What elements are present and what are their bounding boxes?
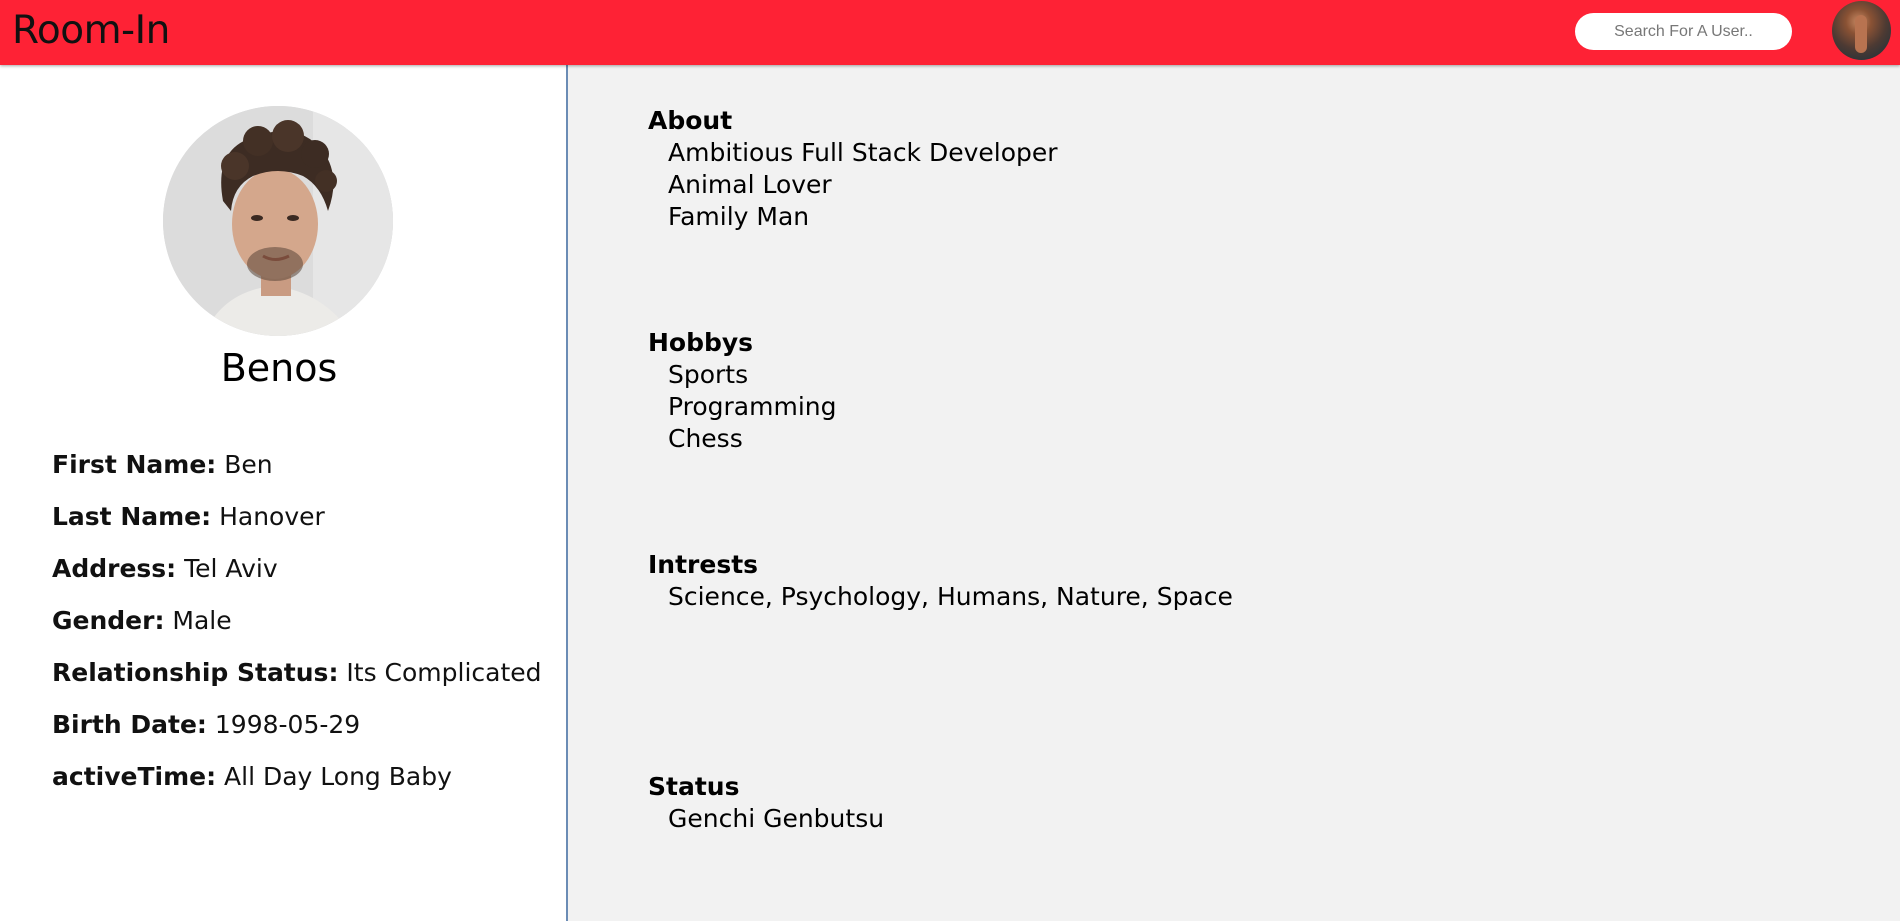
detail-birth-date: Birth Date: 1998-05-29 [52,710,542,762]
detail-value: Hanover [219,502,325,531]
detail-label: First Name: [52,450,217,479]
detail-value: Its Complicated [346,658,542,687]
detail-label: Relationship Status: [52,658,339,687]
section-item: Animal Lover [668,170,832,199]
detail-label: Gender: [52,606,165,635]
profile-sidebar: Benos First Name: Ben Last Name: Hanover… [0,65,568,921]
detail-value: All Day Long Baby [224,762,452,791]
profile-photo [163,106,393,336]
detail-first-name: First Name: Ben [52,450,542,502]
section-title: About [648,106,733,135]
detail-value: 1998-05-29 [214,710,361,739]
detail-label: activeTime: [52,762,217,791]
section-about: About Ambitious Full Stack Developer Ani… [648,105,1058,233]
section-item: Programming [668,392,837,421]
section-status: Status Genchi Genbutsu [648,771,884,835]
section-hobbys: Hobbys Sports Programming Chess [648,327,837,455]
profile-display-name: Benos [220,346,338,390]
detail-value: Ben [224,450,273,479]
user-search-input[interactable] [1575,13,1792,50]
section-item: Ambitious Full Stack Developer [668,138,1058,167]
detail-last-name: Last Name: Hanover [52,502,542,554]
detail-label: Address: [52,554,177,583]
detail-value: Tel Aviv [184,554,278,583]
detail-label: Last Name: [52,502,212,531]
section-item: Genchi Genbutsu [668,804,885,833]
section-title: Intrests [648,550,759,579]
detail-label: Birth Date: [52,710,207,739]
current-user-avatar[interactable] [1832,1,1891,60]
detail-relationship-status: Relationship Status: Its Complicated [52,658,542,710]
section-item: Sports [668,360,749,389]
detail-active-time: activeTime: All Day Long Baby [52,762,542,814]
section-title: Hobbys [648,328,754,357]
section-item: Chess [668,424,743,453]
detail-value: Male [172,606,232,635]
section-intrests: Intrests Science, Psychology, Humans, Na… [648,549,1233,613]
top-navbar: Room-In [0,0,1900,65]
profile-photo-illustration [163,106,393,336]
section-title: Status [648,772,740,801]
section-item: Science, Psychology, Humans, Nature, Spa… [668,582,1233,611]
avatar-figure-shape [1855,15,1867,53]
section-item: Family Man [668,202,810,231]
detail-address: Address: Tel Aviv [52,554,542,606]
app-logo-title[interactable]: Room-In [12,8,170,53]
profile-details-list: First Name: Ben Last Name: Hanover Addre… [52,450,542,814]
detail-gender: Gender: Male [52,606,542,658]
